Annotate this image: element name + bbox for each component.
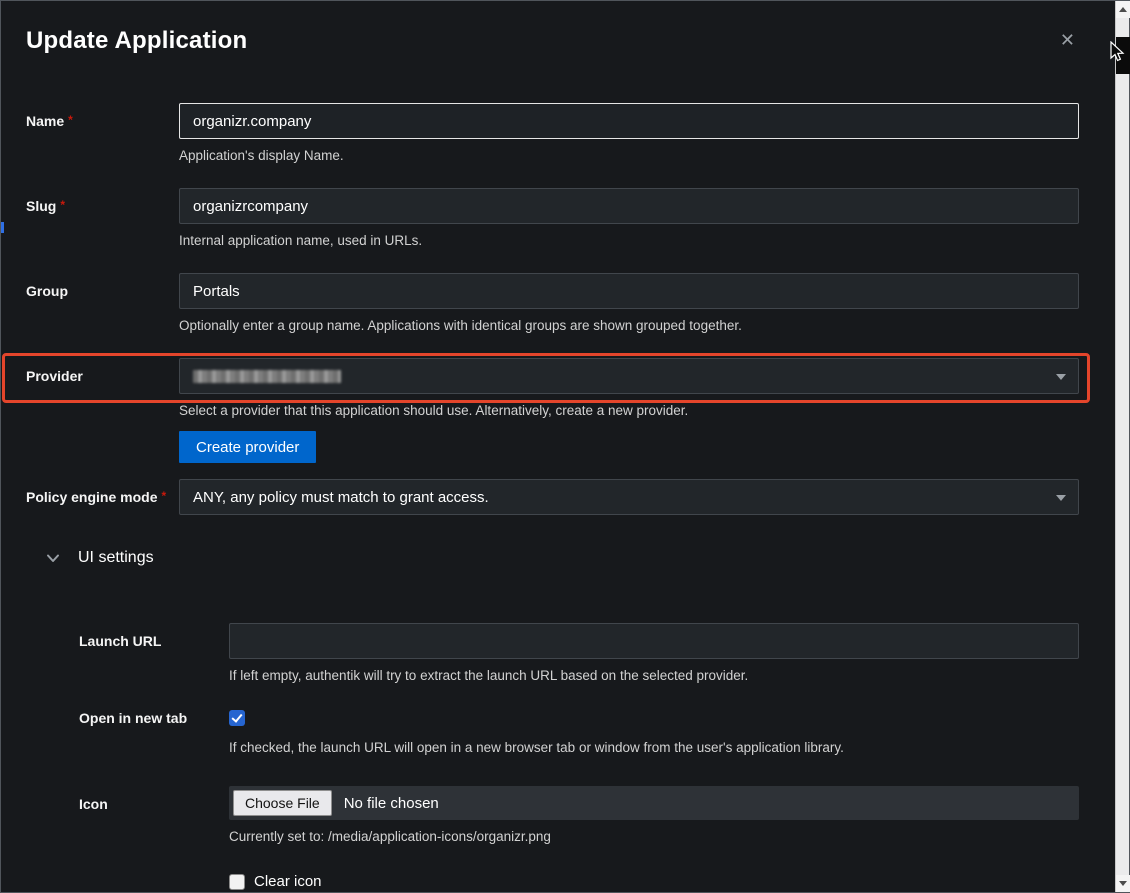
file-chosen-status: No file chosen	[344, 795, 439, 812]
scrollbar-down-arrow-icon[interactable]	[1116, 875, 1130, 892]
policy-engine-mode-select[interactable]: ANY, any policy must match to grant acce…	[179, 479, 1079, 515]
chevron-down-icon	[46, 551, 60, 565]
launch-url-input[interactable]	[229, 623, 1079, 659]
launch-url-help: If left empty, authentik will try to ext…	[229, 667, 1079, 684]
slug-input[interactable]	[179, 188, 1079, 224]
required-asterisk: *	[68, 113, 73, 127]
clear-icon-checkbox[interactable]	[229, 874, 245, 890]
slug-help: Internal application name, used in URLs.	[179, 232, 1079, 249]
choose-file-button[interactable]: Choose File	[233, 790, 332, 816]
ui-settings-section-toggle[interactable]: UI settings	[46, 543, 1079, 573]
policy-engine-mode-value: ANY, any policy must match to grant acce…	[193, 489, 489, 506]
required-asterisk: *	[161, 489, 166, 503]
icon-label: Icon	[79, 786, 229, 845]
field-name: Name* Application's display Name.	[26, 103, 1079, 164]
clear-icon-label: Clear icon	[254, 873, 322, 890]
field-group: Group Optionally enter a group name. App…	[26, 273, 1079, 334]
launch-url-label: Launch URL	[79, 623, 229, 684]
group-label: Group	[26, 273, 179, 334]
close-icon[interactable]: ✕	[1056, 27, 1079, 53]
provider-label: Provider	[26, 358, 179, 463]
vertical-scrollbar[interactable]	[1115, 1, 1129, 892]
icon-help: Currently set to: /media/application-ico…	[229, 828, 1079, 845]
provider-select[interactable]	[179, 358, 1079, 394]
field-provider: Provider Select a provider that this app…	[26, 358, 1079, 463]
group-input[interactable]	[179, 273, 1079, 309]
ui-settings-section-title: UI settings	[78, 549, 154, 567]
open-in-new-tab-help: If checked, the launch URL will open in …	[229, 739, 1079, 756]
required-asterisk: *	[60, 198, 65, 212]
application-form: Name* Application's display Name. Slug* …	[26, 103, 1079, 890]
update-application-modal: Update Application ✕ Name* Application's…	[0, 0, 1130, 893]
name-input[interactable]	[179, 103, 1079, 139]
background-page-sliver	[1, 222, 4, 233]
field-slug: Slug* Internal application name, used in…	[26, 188, 1079, 249]
field-open-in-new-tab: Open in new tab If checked, the launch U…	[79, 710, 1079, 756]
provider-help: Select a provider that this application …	[179, 402, 1079, 419]
open-in-new-tab-checkbox[interactable]	[229, 710, 245, 726]
open-in-new-tab-label: Open in new tab	[79, 710, 229, 756]
chevron-down-icon	[1056, 495, 1066, 501]
slug-label: Slug*	[26, 188, 179, 249]
provider-redacted-value	[193, 370, 341, 383]
icon-file-input[interactable]: Choose File No file chosen	[229, 786, 1079, 820]
name-help: Application's display Name.	[179, 147, 1079, 164]
create-provider-button[interactable]: Create provider	[179, 431, 316, 463]
field-launch-url: Launch URL If left empty, authentik will…	[79, 623, 1079, 684]
name-label: Name*	[26, 103, 179, 164]
field-policy-engine-mode: Policy engine mode* ANY, any policy must…	[26, 479, 1079, 515]
modal-header: Update Application ✕	[26, 27, 1079, 55]
modal-content: Update Application ✕ Name* Application's…	[1, 1, 1115, 892]
field-icon: Icon Choose File No file chosen Currentl…	[79, 786, 1079, 845]
chevron-down-icon	[1056, 374, 1066, 380]
group-help: Optionally enter a group name. Applicati…	[179, 317, 1079, 334]
field-clear-icon: Clear icon	[79, 873, 1079, 890]
policy-engine-mode-label: Policy engine mode*	[26, 479, 179, 515]
page-title: Update Application	[26, 27, 247, 55]
scrollbar-thumb[interactable]	[1116, 37, 1130, 74]
scrollbar-up-arrow-icon[interactable]	[1116, 1, 1130, 18]
